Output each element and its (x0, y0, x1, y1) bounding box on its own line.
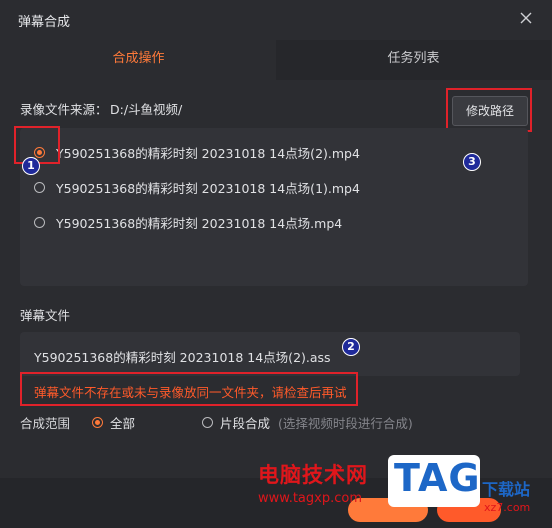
option-label: 全部 (110, 416, 136, 431)
radio-unselected[interactable] (34, 217, 45, 228)
danmaku-section-label: 弹幕文件 (20, 308, 71, 323)
watermark-url: www.tagxp.com (258, 491, 362, 506)
watermark-side-url: xz7.com (484, 501, 531, 514)
tab-bar: 合成操作 任务列表 (1, 40, 551, 80)
tab-task-list[interactable]: 任务列表 (276, 40, 551, 80)
watermark-side-text: 下载站 (482, 480, 531, 499)
file-name: Y590251368的精彩时刻 20231018 14点场.mp4 (56, 216, 343, 231)
error-message: 弹幕文件不存在或未与录像放同一文件夹，请检查后再试 (34, 385, 347, 400)
title-bar (0, 0, 552, 40)
option-hint: (选择视频时段进行合成) (278, 416, 413, 431)
option-label: 片段合成 (220, 416, 271, 431)
close-icon[interactable] (517, 9, 535, 27)
annotation-badge-1: 1 (22, 157, 40, 175)
tab-compose[interactable]: 合成操作 (1, 40, 276, 80)
watermark-logo-text: TAG (394, 456, 481, 500)
modify-path-button[interactable]: 修改路径 (452, 96, 528, 126)
annotation-badge-3: 3 (463, 153, 481, 171)
source-label: 录像文件来源： (20, 102, 108, 117)
range-label: 合成范围 (20, 416, 71, 431)
source-path: D:/斗鱼视频/ (110, 102, 183, 117)
danmaku-file-name: Y590251368的精彩时刻 20231018 14点场(2).ass (34, 350, 331, 365)
radio-selected[interactable] (92, 417, 103, 428)
file-name: Y590251368的精彩时刻 20231018 14点场(2).mp4 (56, 146, 360, 161)
watermark-site-name: 电脑技术网 (258, 463, 368, 487)
window-title: 弹幕合成 (18, 15, 71, 30)
file-name: Y590251368的精彩时刻 20231018 14点场(1).mp4 (56, 181, 360, 196)
radio-unselected[interactable] (202, 417, 213, 428)
annotation-badge-2: 2 (342, 338, 360, 356)
radio-unselected[interactable] (34, 182, 45, 193)
